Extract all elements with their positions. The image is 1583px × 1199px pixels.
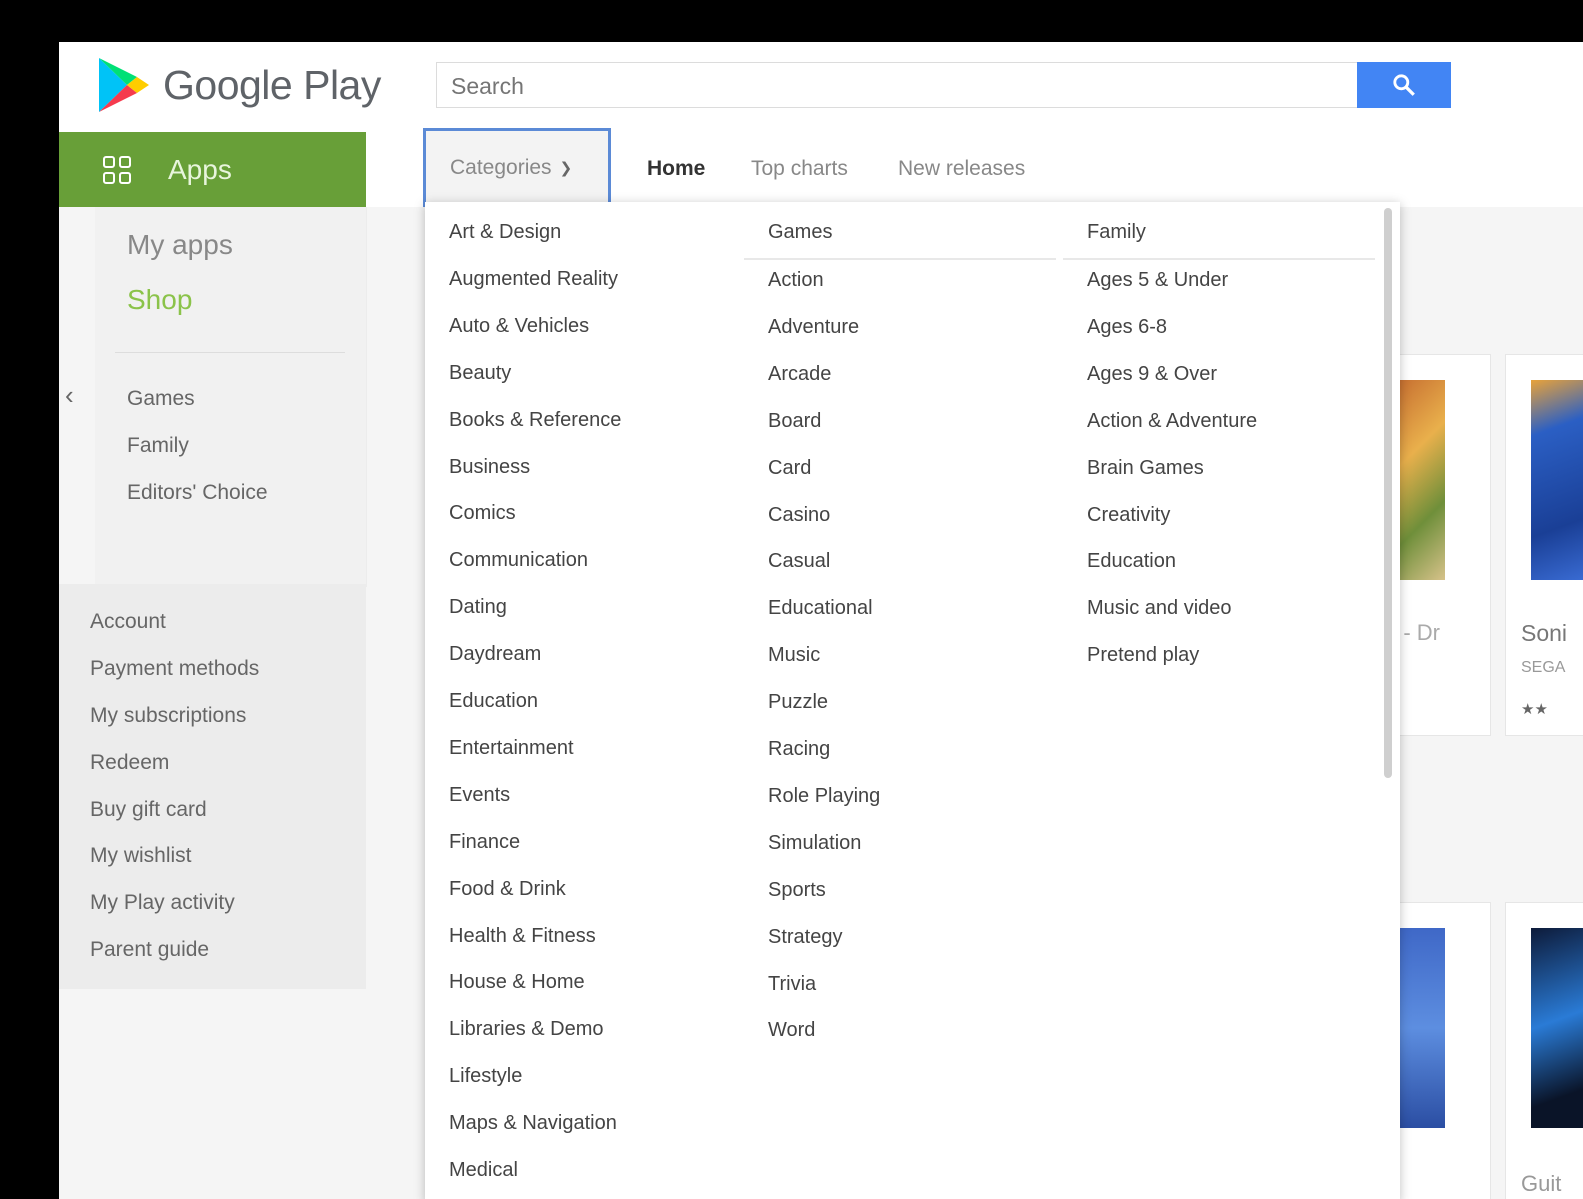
category-item-games[interactable]: Board	[768, 410, 821, 433]
search-box	[436, 62, 1451, 109]
category-item-apps[interactable]: Finance	[449, 831, 520, 854]
category-item-family[interactable]: Pretend play	[1087, 644, 1199, 667]
header: Google Play	[59, 42, 1583, 133]
account-link[interactable]: Account	[90, 610, 166, 634]
category-item-games[interactable]: Casino	[768, 504, 830, 527]
category-item-apps[interactable]: Art & Design	[449, 221, 561, 244]
family-header-divider	[1063, 258, 1375, 260]
tab-top-charts[interactable]: Top charts	[751, 157, 848, 181]
category-item-family[interactable]: Ages 6-8	[1087, 316, 1167, 339]
tab-new-releases[interactable]: New releases	[898, 157, 1025, 181]
subnav-family[interactable]: Family	[127, 434, 189, 458]
category-item-games[interactable]: Casual	[768, 550, 830, 573]
categories-dropdown-button[interactable]: Categories ❯	[423, 128, 611, 207]
category-item-apps[interactable]: Comics	[449, 502, 516, 525]
search-button[interactable]	[1357, 62, 1451, 108]
my-apps-link[interactable]: My apps	[127, 229, 233, 261]
category-item-apps[interactable]: Health & Fitness	[449, 925, 596, 948]
my-subscriptions-link[interactable]: My subscriptions	[90, 704, 246, 728]
category-item-games[interactable]: Sports	[768, 879, 826, 902]
categories-label: Categories	[450, 155, 552, 179]
logo-text: Google Play	[163, 61, 381, 108]
search-input[interactable]	[437, 63, 1353, 109]
my-play-activity-link[interactable]: My Play activity	[90, 891, 235, 915]
category-item-family[interactable]: Ages 9 & Over	[1087, 363, 1217, 386]
category-item-apps[interactable]: Daydream	[449, 643, 541, 666]
category-item-apps[interactable]: Maps & Navigation	[449, 1112, 617, 1135]
category-item-games[interactable]: Racing	[768, 738, 830, 761]
play-logo-icon	[99, 58, 149, 112]
tab-home[interactable]: Home	[647, 157, 705, 181]
search-icon	[1393, 74, 1415, 96]
app-developer: SEGA	[1521, 659, 1566, 676]
apps-label: Apps	[168, 153, 232, 185]
category-item-family[interactable]: Music and video	[1087, 597, 1232, 620]
parent-guide-link[interactable]: Parent guide	[90, 938, 209, 962]
category-item-games[interactable]: Adventure	[768, 316, 859, 339]
category-item-apps[interactable]: Libraries & Demo	[449, 1018, 604, 1041]
redeem-link[interactable]: Redeem	[90, 751, 169, 775]
category-item-apps[interactable]: Books & Reference	[449, 409, 621, 432]
app-rating: ★★	[1521, 701, 1548, 718]
games-header[interactable]: Games	[768, 221, 832, 244]
category-item-games[interactable]: Arcade	[768, 363, 831, 386]
apps-grid-icon	[103, 155, 131, 184]
category-item-apps[interactable]: Lifestyle	[449, 1065, 522, 1088]
app-title: Soni	[1521, 620, 1568, 646]
google-play-logo[interactable]: Google Play	[97, 56, 381, 114]
account-menu: Account Payment methods My subscriptions…	[59, 584, 366, 989]
category-item-family[interactable]: Action & Adventure	[1087, 410, 1257, 433]
app-card[interactable]: Guit	[1505, 902, 1583, 1199]
app-title: Guit	[1521, 1171, 1562, 1196]
category-item-apps[interactable]: Dating	[449, 596, 507, 619]
category-item-games[interactable]: Educational	[768, 597, 873, 620]
subnav-games[interactable]: Games	[127, 387, 195, 411]
play-store-window: Google Play Apps ‹ My apps Shop Games Fa…	[59, 42, 1583, 1199]
my-wishlist-link[interactable]: My wishlist	[90, 844, 192, 868]
family-header[interactable]: Family	[1087, 221, 1146, 244]
category-item-games[interactable]: Word	[768, 1019, 815, 1042]
category-item-apps[interactable]: Auto & Vehicles	[449, 315, 589, 338]
category-item-games[interactable]: Action	[768, 269, 824, 292]
category-item-family[interactable]: Creativity	[1087, 504, 1170, 527]
category-item-games[interactable]: Simulation	[768, 832, 861, 855]
category-item-apps[interactable]: Beauty	[449, 362, 511, 385]
categories-menu: Art & Design Augmented Reality Auto & Vehi…	[425, 202, 1400, 1199]
apps-subnav: My apps Shop Games Family Editors' Choic…	[95, 207, 367, 587]
category-item-apps[interactable]: Food & Drink	[449, 878, 566, 901]
subnav-divider	[115, 352, 345, 353]
category-item-apps[interactable]: Augmented Reality	[449, 268, 618, 291]
category-item-apps[interactable]: Events	[449, 784, 510, 807]
category-item-family[interactable]: Ages 5 & Under	[1087, 269, 1228, 292]
category-item-apps[interactable]: Business	[449, 456, 530, 479]
category-item-apps[interactable]: House & Home	[449, 971, 585, 994]
category-item-family[interactable]: Education	[1087, 550, 1176, 573]
category-item-games[interactable]: Trivia	[768, 973, 816, 996]
app-card[interactable]: Soni SEGA ★★	[1505, 354, 1583, 736]
category-item-family[interactable]: Brain Games	[1087, 457, 1204, 480]
payment-methods-link[interactable]: Payment methods	[90, 657, 259, 681]
dropdown-scrollbar[interactable]	[1384, 208, 1392, 778]
category-item-games[interactable]: Strategy	[768, 926, 842, 949]
category-item-games[interactable]: Card	[768, 457, 811, 480]
shop-link[interactable]: Shop	[127, 284, 192, 316]
category-item-apps[interactable]: Communication	[449, 549, 588, 572]
apps-tab[interactable]: Apps	[59, 132, 366, 207]
category-item-games[interactable]: Puzzle	[768, 691, 828, 714]
collapse-nav-icon[interactable]: ‹	[65, 380, 74, 411]
subnav-editors-choice[interactable]: Editors' Choice	[127, 481, 268, 505]
category-item-apps[interactable]: Medical	[449, 1159, 518, 1182]
app-thumbnail	[1531, 380, 1583, 580]
category-item-games[interactable]: Music	[768, 644, 820, 667]
category-item-apps[interactable]: Entertainment	[449, 737, 574, 760]
app-thumbnail	[1531, 928, 1583, 1128]
games-header-divider	[744, 258, 1056, 260]
tab-bar: Categories ❯ Home Top charts New release…	[366, 128, 1583, 207]
buy-gift-card-link[interactable]: Buy gift card	[90, 798, 207, 822]
category-item-apps[interactable]: Education	[449, 690, 538, 713]
category-item-games[interactable]: Role Playing	[768, 785, 880, 808]
chevron-down-icon: ❯	[559, 159, 573, 177]
